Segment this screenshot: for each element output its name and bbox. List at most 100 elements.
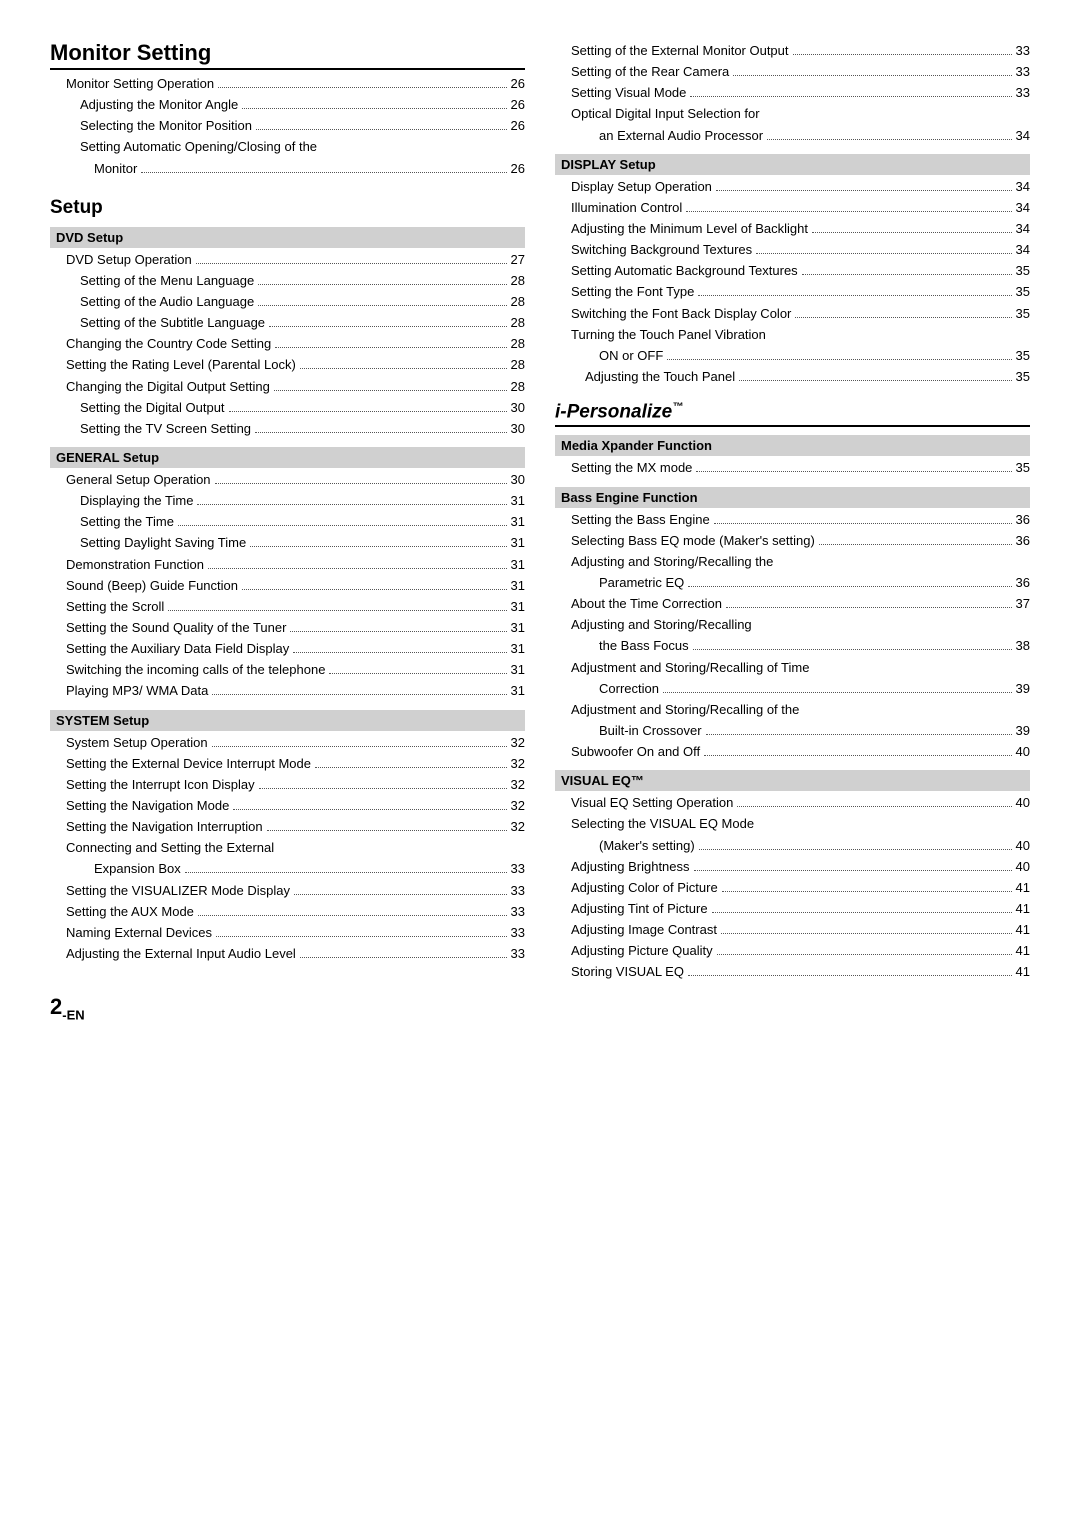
toc-page: 31 bbox=[511, 555, 525, 575]
toc-dots bbox=[300, 368, 507, 369]
toc-entry: Playing MP3/ WMA Data31 bbox=[50, 681, 525, 701]
toc-label: Changing the Digital Output Setting bbox=[66, 377, 270, 397]
toc-entry: Adjusting and Storing/Recalling bbox=[555, 615, 1030, 635]
toc-dots bbox=[712, 912, 1012, 913]
toc-entry: Switching Background Textures34 bbox=[555, 240, 1030, 260]
toc-label: Monitor bbox=[94, 159, 137, 179]
toc-dots bbox=[721, 933, 1012, 934]
toc-dots bbox=[696, 471, 1011, 472]
toc-label: Setting the Sound Quality of the Tuner bbox=[66, 618, 286, 638]
toc-entry: Adjusting the Monitor Angle26 bbox=[50, 95, 525, 115]
toc-dots bbox=[739, 380, 1011, 381]
toc-dots bbox=[300, 957, 507, 958]
toc-label: Setting of the Rear Camera bbox=[571, 62, 729, 82]
toc-page: 28 bbox=[511, 334, 525, 354]
toc-page: 34 bbox=[1016, 198, 1030, 218]
toc-page: 27 bbox=[511, 250, 525, 270]
toc-entry: Selecting the Monitor Position26 bbox=[50, 116, 525, 136]
monitor-setting-title: Monitor Setting bbox=[50, 40, 525, 70]
toc-dots bbox=[198, 915, 507, 916]
toc-label: Visual EQ Setting Operation bbox=[571, 793, 733, 813]
toc-dots bbox=[716, 190, 1012, 191]
toc-page: 33 bbox=[511, 944, 525, 964]
toc-label: System Setup Operation bbox=[66, 733, 208, 753]
toc-entry: Selecting Bass EQ mode (Maker's setting)… bbox=[555, 531, 1030, 551]
toc-entry: Adjusting Brightness40 bbox=[555, 857, 1030, 877]
toc-entry: Setting the Font Type35 bbox=[555, 282, 1030, 302]
toc-entry: Correction39 bbox=[555, 679, 1030, 699]
toc-entry: Setting the TV Screen Setting 30 bbox=[50, 419, 525, 439]
toc-label: Adjusting and Storing/Recalling the bbox=[571, 552, 773, 572]
toc-dots bbox=[258, 284, 506, 285]
toc-dots bbox=[688, 975, 1012, 976]
toc-page: 31 bbox=[511, 491, 525, 511]
system-setup-entries: System Setup Operation 32 Setting the Exte… bbox=[50, 733, 525, 965]
toc-label: Adjusting the External Input Audio Level bbox=[66, 944, 296, 964]
toc-dots bbox=[290, 631, 506, 632]
toc-entry: Setting the Navigation Mode32 bbox=[50, 796, 525, 816]
toc-entry: Illumination Control34 bbox=[555, 198, 1030, 218]
toc-page: 28 bbox=[511, 355, 525, 375]
media-xpander-entries: Setting the MX mode35 bbox=[555, 458, 1030, 478]
toc-entry: Switching the incoming calls of the tele… bbox=[50, 660, 525, 680]
toc-dots bbox=[141, 172, 506, 173]
toc-page: 33 bbox=[511, 881, 525, 901]
toc-entry: Expansion Box33 bbox=[50, 859, 525, 879]
toc-label: Setting the TV Screen Setting bbox=[80, 419, 251, 439]
toc-page: 38 bbox=[1016, 636, 1030, 656]
toc-entry: Subwoofer On and Off40 bbox=[555, 742, 1030, 762]
toc-page: 30 bbox=[511, 398, 525, 418]
toc-page: 26 bbox=[511, 116, 525, 136]
toc-label: Setting the Time bbox=[80, 512, 174, 532]
toc-page: 32 bbox=[511, 733, 525, 753]
toc-page: 35 bbox=[1016, 367, 1030, 387]
toc-label: Turning the Touch Panel Vibration bbox=[571, 325, 766, 345]
toc-dots bbox=[693, 649, 1012, 650]
toc-page: 34 bbox=[1016, 126, 1030, 146]
toc-dots bbox=[242, 589, 507, 590]
toc-entry: System Setup Operation 32 bbox=[50, 733, 525, 753]
toc-entry: Turning the Touch Panel Vibration bbox=[555, 325, 1030, 345]
toc-label: DVD Setup Operation bbox=[66, 250, 192, 270]
toc-dots bbox=[212, 746, 507, 747]
toc-entry: Setting Automatic Opening/Closing of the bbox=[50, 137, 525, 157]
toc-label: Setting the Navigation Mode bbox=[66, 796, 229, 816]
toc-label: Expansion Box bbox=[94, 859, 181, 879]
toc-entry: Naming External Devices33 bbox=[50, 923, 525, 943]
toc-entry: the Bass Focus38 bbox=[555, 636, 1030, 656]
toc-dots bbox=[269, 326, 506, 327]
toc-entry: Adjusting the External Input Audio Level… bbox=[50, 944, 525, 964]
toc-page: 30 bbox=[511, 419, 525, 439]
toc-label: Sound (Beep) Guide Function bbox=[66, 576, 238, 596]
toc-dots bbox=[255, 432, 507, 433]
toc-page: 31 bbox=[511, 597, 525, 617]
toc-label: Setting the Navigation Interruption bbox=[66, 817, 263, 837]
toc-entry: Sound (Beep) Guide Function31 bbox=[50, 576, 525, 596]
toc-dots bbox=[259, 788, 507, 789]
toc-entry: Setting the Rating Level (Parental Lock)… bbox=[50, 355, 525, 375]
toc-label: Adjusting Picture Quality bbox=[571, 941, 713, 961]
toc-entry: Display Setup Operation34 bbox=[555, 177, 1030, 197]
toc-label: Adjusting and Storing/Recalling bbox=[571, 615, 752, 635]
toc-dots bbox=[737, 806, 1011, 807]
toc-entry: Setting of the Rear Camera33 bbox=[555, 62, 1030, 82]
main-layout: Monitor Setting Monitor Setting Operatio… bbox=[50, 40, 1030, 1022]
toc-entry: Setting the Navigation Interruption32 bbox=[50, 817, 525, 837]
toc-page: 40 bbox=[1016, 857, 1030, 877]
toc-page: 36 bbox=[1016, 573, 1030, 593]
toc-page: 34 bbox=[1016, 240, 1030, 260]
toc-entry: ON or OFF35 bbox=[555, 346, 1030, 366]
toc-entry: Adjusting and Storing/Recalling the bbox=[555, 552, 1030, 572]
toc-dots bbox=[197, 504, 506, 505]
toc-dots bbox=[793, 54, 1012, 55]
toc-label: Setting the AUX Mode bbox=[66, 902, 194, 922]
toc-dots bbox=[704, 755, 1011, 756]
toc-dots bbox=[812, 232, 1012, 233]
toc-label: Setting the Interrupt Icon Display bbox=[66, 775, 255, 795]
toc-label: Adjusting the Monitor Angle bbox=[80, 95, 238, 115]
toc-entry: Setting Visual Mode33 bbox=[555, 83, 1030, 103]
toc-label: ON or OFF bbox=[599, 346, 663, 366]
toc-entry: Monitor Setting Operation26 bbox=[50, 74, 525, 94]
toc-label: Setting the External Device Interrupt Mo… bbox=[66, 754, 311, 774]
visual-eq-header: VISUAL EQ™ bbox=[555, 770, 1030, 791]
